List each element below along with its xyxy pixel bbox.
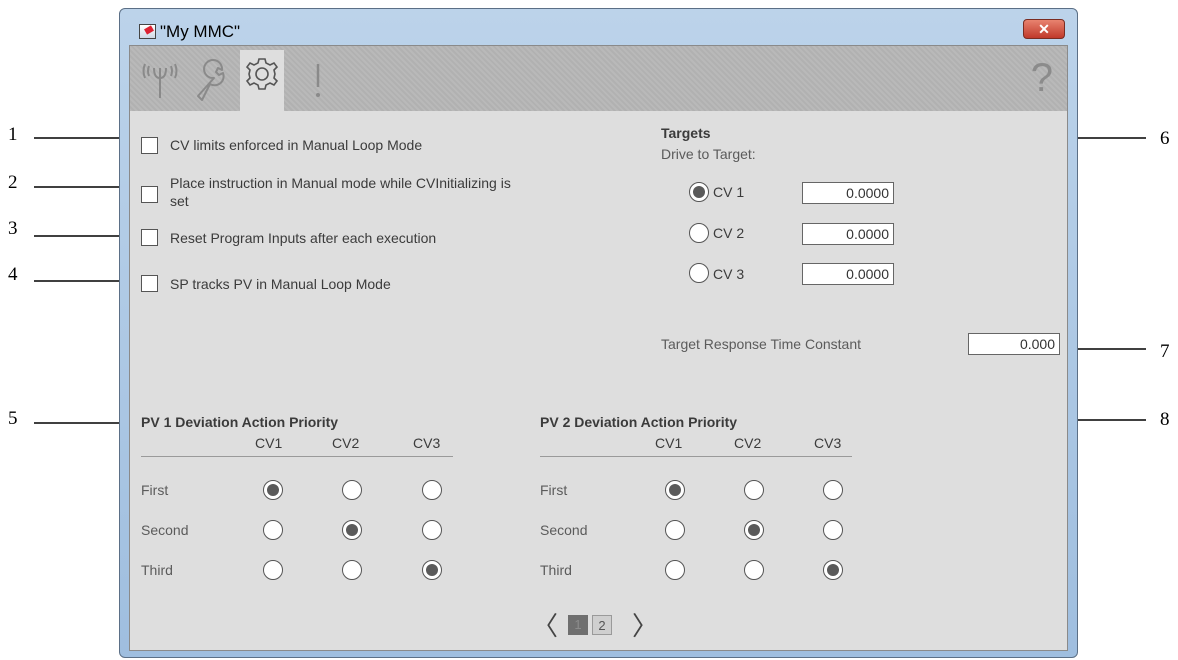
- wrench-icon: [197, 59, 225, 101]
- target-radio-cv3[interactable]: [689, 263, 709, 283]
- pv1-divider: [141, 456, 453, 457]
- help-button[interactable]: ?: [1031, 56, 1053, 100]
- target-value-cv2[interactable]: 0.0000: [802, 223, 894, 245]
- target-value-cv3[interactable]: 0.0000: [802, 263, 894, 285]
- target-radio-cv2[interactable]: [689, 223, 709, 243]
- pv1-row-first: First: [141, 482, 169, 498]
- pv2-third-cv3[interactable]: [823, 560, 843, 580]
- target-label-cv3: CV 3: [713, 266, 745, 282]
- window-title: "My MMC": [160, 22, 241, 41]
- option-label-2-cont: set: [170, 193, 189, 209]
- option-label-1: CV limits enforced in Manual Loop Mode: [170, 137, 423, 153]
- page-1-button[interactable]: 1: [568, 615, 588, 635]
- pv1-priority-title: PV 1 Deviation Action Priority: [141, 414, 339, 430]
- target-value-cv1[interactable]: 0.0000: [802, 182, 894, 204]
- pv2-priority-title: PV 2 Deviation Action Priority: [540, 414, 738, 430]
- toolbar: ?: [130, 46, 1067, 111]
- callout-1: 1: [8, 124, 18, 145]
- targets-heading: Targets: [661, 125, 711, 141]
- page-next-button[interactable]: 〉: [632, 606, 658, 643]
- pv2-col-cv3: CV3: [814, 435, 842, 451]
- page-prev-button[interactable]: 〈: [532, 606, 558, 643]
- pv1-second-cv3[interactable]: [422, 520, 442, 540]
- pv1-third-cv3[interactable]: [422, 560, 442, 580]
- tab-operator[interactable]: [138, 54, 182, 104]
- option-checkbox-3[interactable]: [141, 229, 158, 246]
- pv2-row-first: First: [540, 482, 568, 498]
- callout-8: 8: [1160, 409, 1170, 430]
- target-label-cv1: CV 1: [713, 184, 745, 200]
- pv2-second-cv2[interactable]: [744, 520, 764, 540]
- target-radio-cv1[interactable]: [689, 182, 709, 202]
- gear-icon: [245, 58, 279, 90]
- tab-alarms[interactable]: [296, 54, 340, 104]
- pv2-row-third: Third: [540, 562, 572, 578]
- option-label-2: Place instruction in Manual mode while C…: [170, 175, 511, 191]
- pv2-second-cv3[interactable]: [823, 520, 843, 540]
- pv1-second-cv1[interactable]: [263, 520, 283, 540]
- callout-6: 6: [1160, 128, 1170, 149]
- pv2-divider: [540, 456, 852, 457]
- target-response-label: Target Response Time Constant: [661, 336, 861, 352]
- close-button[interactable]: ✕: [1023, 19, 1065, 39]
- pv1-first-cv1[interactable]: [263, 480, 283, 500]
- pv2-col-cv1: CV1: [655, 435, 683, 451]
- pv1-first-cv3[interactable]: [422, 480, 442, 500]
- pv2-third-cv1[interactable]: [665, 560, 685, 580]
- page-2-button[interactable]: 2: [592, 615, 612, 635]
- pv2-second-cv1[interactable]: [665, 520, 685, 540]
- pv2-col-cv2: CV2: [734, 435, 762, 451]
- app-icon: [139, 24, 156, 39]
- pv1-col-cv2: CV2: [332, 435, 360, 451]
- pv1-first-cv2[interactable]: [342, 480, 362, 500]
- faceplate-window: "My MMC" ✕ ? CV limits enforced in Manua…: [119, 8, 1078, 658]
- option-checkbox-4[interactable]: [141, 275, 158, 292]
- callout-7: 7: [1160, 341, 1170, 362]
- pv2-first-cv3[interactable]: [823, 480, 843, 500]
- option-label-3: Reset Program Inputs after each executio…: [170, 230, 437, 246]
- option-label-4: SP tracks PV in Manual Loop Mode: [170, 276, 391, 292]
- tab-maintenance[interactable]: [188, 54, 232, 104]
- option-checkbox-2[interactable]: [141, 186, 158, 203]
- tab-configuration[interactable]: [240, 50, 284, 111]
- targets-subheading: Drive to Target:: [661, 146, 756, 162]
- pv2-first-cv1[interactable]: [665, 480, 685, 500]
- title-bar: "My MMC" ✕: [120, 9, 1077, 45]
- option-checkbox-1[interactable]: [141, 137, 158, 154]
- callout-3: 3: [8, 218, 18, 239]
- antenna-icon: [142, 63, 178, 98]
- callout-2: 2: [8, 172, 18, 193]
- pv2-first-cv2[interactable]: [744, 480, 764, 500]
- pv1-col-cv1: CV1: [255, 435, 283, 451]
- client-area: ? CV limits enforced in Manual Loop Mode…: [129, 45, 1068, 651]
- pv1-row-second: Second: [141, 522, 189, 538]
- exclamation-icon: [316, 64, 320, 97]
- pv2-third-cv2[interactable]: [744, 560, 764, 580]
- target-response-value[interactable]: 0.000: [968, 333, 1060, 355]
- pv1-row-third: Third: [141, 562, 173, 578]
- callout-5: 5: [8, 408, 18, 429]
- pv1-second-cv2[interactable]: [342, 520, 362, 540]
- pv1-third-cv1[interactable]: [263, 560, 283, 580]
- pv1-third-cv2[interactable]: [342, 560, 362, 580]
- callout-4: 4: [8, 264, 18, 285]
- target-label-cv2: CV 2: [713, 225, 745, 241]
- pv1-col-cv3: CV3: [413, 435, 441, 451]
- pv2-row-second: Second: [540, 522, 588, 538]
